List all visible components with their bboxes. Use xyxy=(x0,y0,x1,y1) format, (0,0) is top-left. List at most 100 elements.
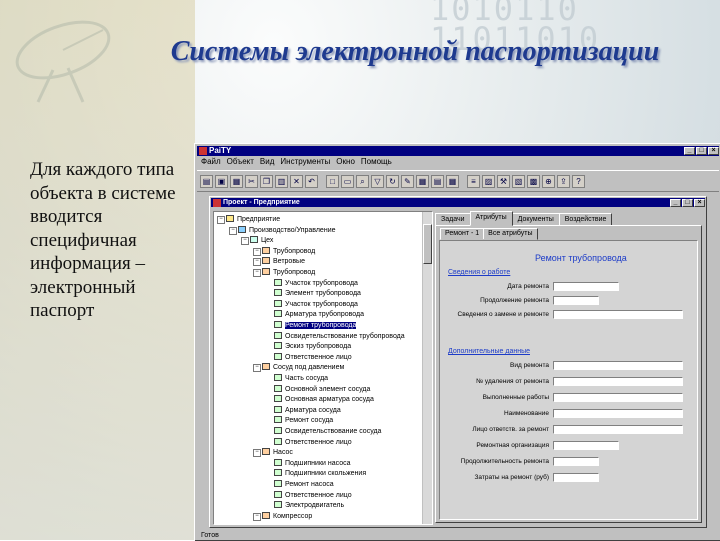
tree-expander-icon[interactable]: − xyxy=(229,226,237,235)
field-input[interactable] xyxy=(553,393,683,402)
minimize-button[interactable]: _ xyxy=(684,147,695,155)
list-icon[interactable]: ≡ xyxy=(467,174,480,188)
layers-icon[interactable]: ▩ xyxy=(527,174,540,188)
tree-node-icon xyxy=(274,331,282,339)
object-tree[interactable]: Предприятие − Производство/Управление − Цех −… xyxy=(213,211,433,525)
tree-item[interactable]: Основная арматура сосуда xyxy=(274,395,374,404)
filter-icon[interactable]: ▽ xyxy=(371,174,384,188)
tree-item-label: Освидетельствование сосуда xyxy=(285,428,382,435)
close-button[interactable]: × xyxy=(708,147,719,155)
report-icon[interactable]: ▤ xyxy=(431,174,444,188)
tool-icon[interactable]: ⚒ xyxy=(497,174,510,188)
tree-item[interactable]: Электродвигатель xyxy=(274,501,344,510)
refresh-icon[interactable]: ↻ xyxy=(386,174,399,188)
open-icon[interactable]: ▤ xyxy=(200,174,213,188)
menu-item[interactable]: Инструменты xyxy=(280,157,330,167)
menu-item[interactable]: Файл xyxy=(201,157,221,167)
tree-expander-icon[interactable]: − xyxy=(241,237,249,246)
find-icon[interactable]: ⌕ xyxy=(356,174,369,188)
field-input[interactable] xyxy=(553,310,683,319)
child-maximize-button[interactable]: □ xyxy=(682,199,693,207)
tree-expander-icon[interactable]: − xyxy=(253,247,261,256)
tree-item-label: Электродвигатель xyxy=(285,502,345,510)
field-input[interactable] xyxy=(553,457,599,466)
child-minimize-button[interactable]: _ xyxy=(670,199,681,207)
grid-icon[interactable]: ▦ xyxy=(446,174,459,188)
field-input[interactable] xyxy=(553,377,683,386)
tree-item[interactable]: Эскиз трубопровода xyxy=(274,342,351,351)
field-input[interactable] xyxy=(553,473,599,482)
tree-expander-icon[interactable]: − xyxy=(253,364,261,373)
subtab-0[interactable]: Ремонт - 1 xyxy=(440,228,485,240)
tree-item[interactable]: Сосуд под давлением xyxy=(262,363,344,372)
tree-item[interactable]: Ремонт сосуда xyxy=(274,416,333,425)
zoom-icon[interactable]: ⊕ xyxy=(542,174,555,188)
tree-expander-icon[interactable]: − xyxy=(253,258,261,267)
tree-item[interactable]: Насос xyxy=(262,448,293,457)
print-icon[interactable]: ▦ xyxy=(230,174,243,188)
tree-item[interactable]: Подшипники насоса xyxy=(274,458,351,468)
app-titlebar: PaiTY _ □ × xyxy=(197,146,719,156)
tree-item[interactable]: Трубопровод xyxy=(262,268,315,277)
copy-icon[interactable]: ❐ xyxy=(260,174,273,188)
cut-icon[interactable]: ✂ xyxy=(245,174,258,188)
field-input[interactable] xyxy=(553,282,619,291)
tree-item[interactable]: Ремонт насоса xyxy=(274,480,334,489)
form-icon[interactable]: ▦ xyxy=(416,174,429,188)
tree-item[interactable]: Ответственное лицо xyxy=(274,437,352,447)
tree-node-icon xyxy=(274,352,282,360)
scroll-thumb[interactable] xyxy=(423,224,432,264)
edit-icon[interactable]: ✎ xyxy=(401,174,414,188)
folder-icon[interactable]: ▭ xyxy=(341,174,354,188)
save-icon[interactable]: ▣ xyxy=(215,174,228,188)
paste-icon[interactable]: ▥ xyxy=(275,174,288,188)
map-icon[interactable]: ▧ xyxy=(512,174,525,188)
tree-item[interactable]: Элемент трубопровода xyxy=(274,289,361,298)
tree-expander-icon[interactable]: − xyxy=(253,269,261,277)
tree-item[interactable]: Трубопровод xyxy=(262,246,315,256)
tree-item[interactable]: Компрессор xyxy=(262,511,312,521)
field-input[interactable] xyxy=(553,409,683,418)
tree-item-label: Эскиз трубопровода xyxy=(285,343,352,351)
tree-item[interactable]: Ремонт трубопровода xyxy=(274,321,357,330)
export-icon[interactable]: ⇪ xyxy=(557,174,570,188)
tree-expander-icon[interactable]: − xyxy=(217,216,225,224)
field-input[interactable] xyxy=(553,296,599,305)
tab-1[interactable]: Атрибуты xyxy=(469,211,513,226)
tree-item[interactable]: Освидетельствование сосуда xyxy=(274,427,381,436)
maximize-button[interactable]: □ xyxy=(696,147,707,155)
menu-item[interactable]: Вид xyxy=(260,157,274,167)
tree-item[interactable]: Арматура трубопровода xyxy=(274,310,364,319)
tree-item[interactable]: Основной элемент сосуда xyxy=(274,384,370,394)
field-input[interactable] xyxy=(553,361,683,370)
undo-icon[interactable]: ↶ xyxy=(305,174,318,188)
menu-item[interactable]: Помощь xyxy=(361,157,392,167)
chart-icon[interactable]: ▨ xyxy=(482,174,495,188)
field-input[interactable] xyxy=(553,441,619,450)
field-input[interactable] xyxy=(553,425,683,434)
tree-item[interactable]: Ветровые xyxy=(262,257,305,266)
menu-item[interactable]: Окно xyxy=(336,157,355,167)
tree-item[interactable]: Цех xyxy=(250,236,273,245)
tree-item[interactable]: Освидетельствование трубопровода xyxy=(274,331,405,341)
subtab-1[interactable]: Все атрибуты xyxy=(483,228,538,240)
tree-item[interactable]: Ответственное лицо xyxy=(274,352,352,362)
tree-expander-icon[interactable]: − xyxy=(253,449,261,458)
tree-item[interactable]: Часть сосуда xyxy=(274,374,328,383)
child-close-button[interactable]: × xyxy=(694,199,705,207)
delete-icon[interactable]: ✕ xyxy=(290,174,303,188)
tree-item[interactable]: Участок трубопровода xyxy=(274,278,358,288)
menu-item[interactable]: Объект xyxy=(227,157,254,167)
tree-item[interactable]: Подшипники скольжения xyxy=(274,469,366,478)
tree-item-label: Освидетельствование трубопровода xyxy=(285,332,405,340)
status-bar: Готов xyxy=(201,532,219,539)
help-icon[interactable]: ? xyxy=(572,174,585,188)
tree-item[interactable]: Предприятие xyxy=(226,215,280,224)
tree-scrollbar[interactable] xyxy=(422,212,432,524)
tree-item[interactable]: Производство/Управление xyxy=(238,225,336,235)
tree-item[interactable]: Ответственное лицо xyxy=(274,490,352,500)
tree-expander-icon[interactable]: − xyxy=(253,512,261,521)
tree-item[interactable]: Арматура сосуда xyxy=(274,405,341,415)
tree-item[interactable]: Участок трубопровода xyxy=(274,299,358,309)
new-icon[interactable]: □ xyxy=(326,174,339,188)
